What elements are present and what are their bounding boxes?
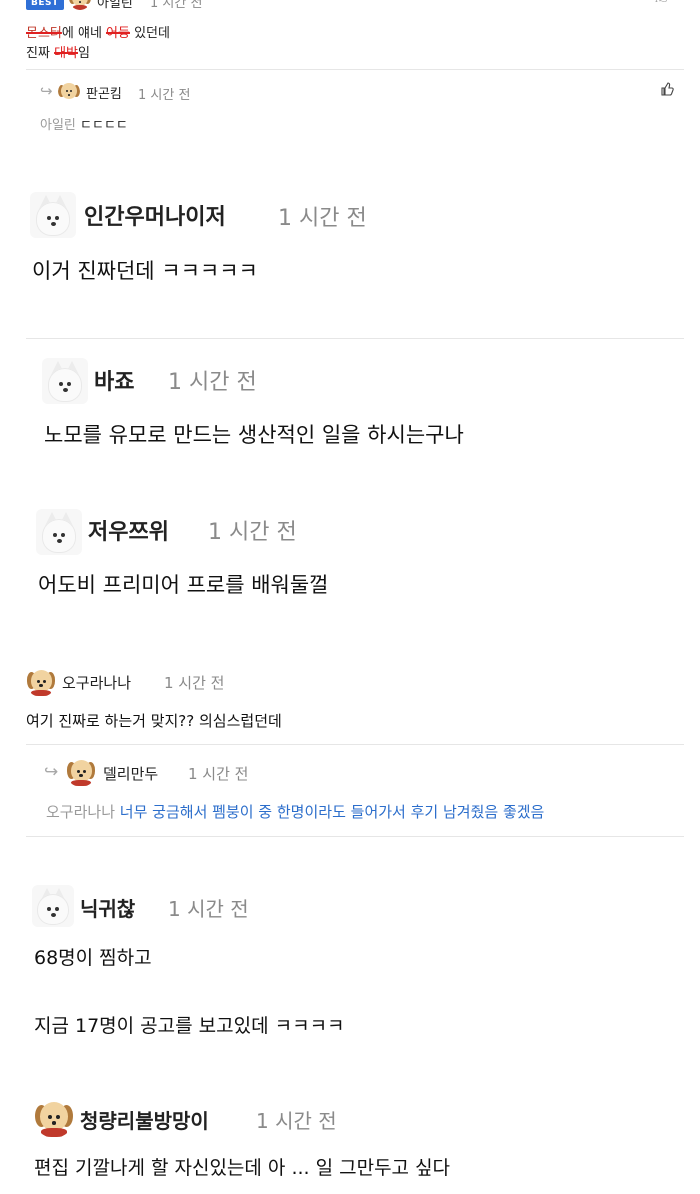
comment-time: 1 시간 전 xyxy=(164,674,225,692)
comment-text: 몬스터에 얘네 어둥 있던데 xyxy=(26,26,170,41)
divider xyxy=(26,69,684,70)
comment-time: 1 시간 전 xyxy=(256,1109,337,1133)
comment-text-line2: 진짜 대박임 xyxy=(26,46,90,61)
avatar xyxy=(42,358,88,404)
comment-text: 68명이 찜하고 xyxy=(34,947,152,969)
comment-author[interactable]: 인간우머나이저 xyxy=(84,199,226,231)
comment-author[interactable]: 바죠 xyxy=(94,364,134,396)
thumbs-up-icon[interactable] xyxy=(660,82,674,96)
avatar xyxy=(69,0,91,10)
reply-text: 아일린 ㄷㄷㄷㄷ xyxy=(40,118,128,133)
comment-text: 어도비 프리미어 프로를 배워둘껄 xyxy=(38,573,329,597)
divider xyxy=(26,744,684,745)
comment-time: 1 시간 전 xyxy=(168,897,249,921)
avatar xyxy=(66,757,96,787)
comment-author[interactable]: 아일린 xyxy=(97,0,133,11)
comment-time: 1 시간 전 xyxy=(208,520,297,545)
reply-time: 1 시간 전 xyxy=(188,765,249,783)
avatar xyxy=(30,192,76,238)
avatar xyxy=(32,885,74,927)
comment-time: 1 시간 전 xyxy=(278,206,367,231)
comment-time: 1 시간 전 xyxy=(150,0,203,11)
best-badge: BEST xyxy=(26,0,64,10)
reply-arrow-icon: ↪ xyxy=(44,762,59,782)
avatar xyxy=(26,667,56,697)
reply-author[interactable]: 판곤킴 xyxy=(86,83,122,102)
comment-author[interactable]: 저우쯔위 xyxy=(88,514,169,546)
comment-author[interactable]: 오구라나나 xyxy=(62,672,131,693)
thumbs-up-icon[interactable]: 👍︎ xyxy=(655,0,668,7)
comment-time: 1 시간 전 xyxy=(168,370,257,395)
reply-author[interactable]: 델리만두 xyxy=(103,763,158,784)
reply-arrow-icon: ↪ xyxy=(40,82,53,100)
reply-text: 오구라나나 너무 궁금해서 펨붕이 중 한명이라도 들어가서 후기 남겨줬음 좋… xyxy=(46,803,545,821)
comment-author[interactable]: 청량리불방망이 xyxy=(80,1105,209,1134)
comment-text: 이거 진짜던데 ㅋㅋㅋㅋㅋ xyxy=(32,259,258,283)
avatar xyxy=(34,1098,74,1138)
divider xyxy=(26,338,684,339)
comment-text-line2: 지금 17명이 공고를 보고있데 ㅋㅋㅋㅋ xyxy=(34,1015,345,1037)
comment-text: 여기 진짜로 하는거 맞지?? 의심스럽던데 xyxy=(26,712,282,730)
comment-text: 노모를 유모로 만드는 생산적인 일을 하시는구나 xyxy=(44,423,464,447)
divider xyxy=(26,836,684,837)
avatar xyxy=(58,81,80,103)
avatar xyxy=(36,509,82,555)
reply-time: 1 시간 전 xyxy=(138,88,191,103)
comment-author[interactable]: 닉귀찮 xyxy=(80,893,135,922)
comment-text: 편집 기깔나게 할 자신있는데 아 ... 일 그만두고 싶다 xyxy=(34,1157,451,1179)
